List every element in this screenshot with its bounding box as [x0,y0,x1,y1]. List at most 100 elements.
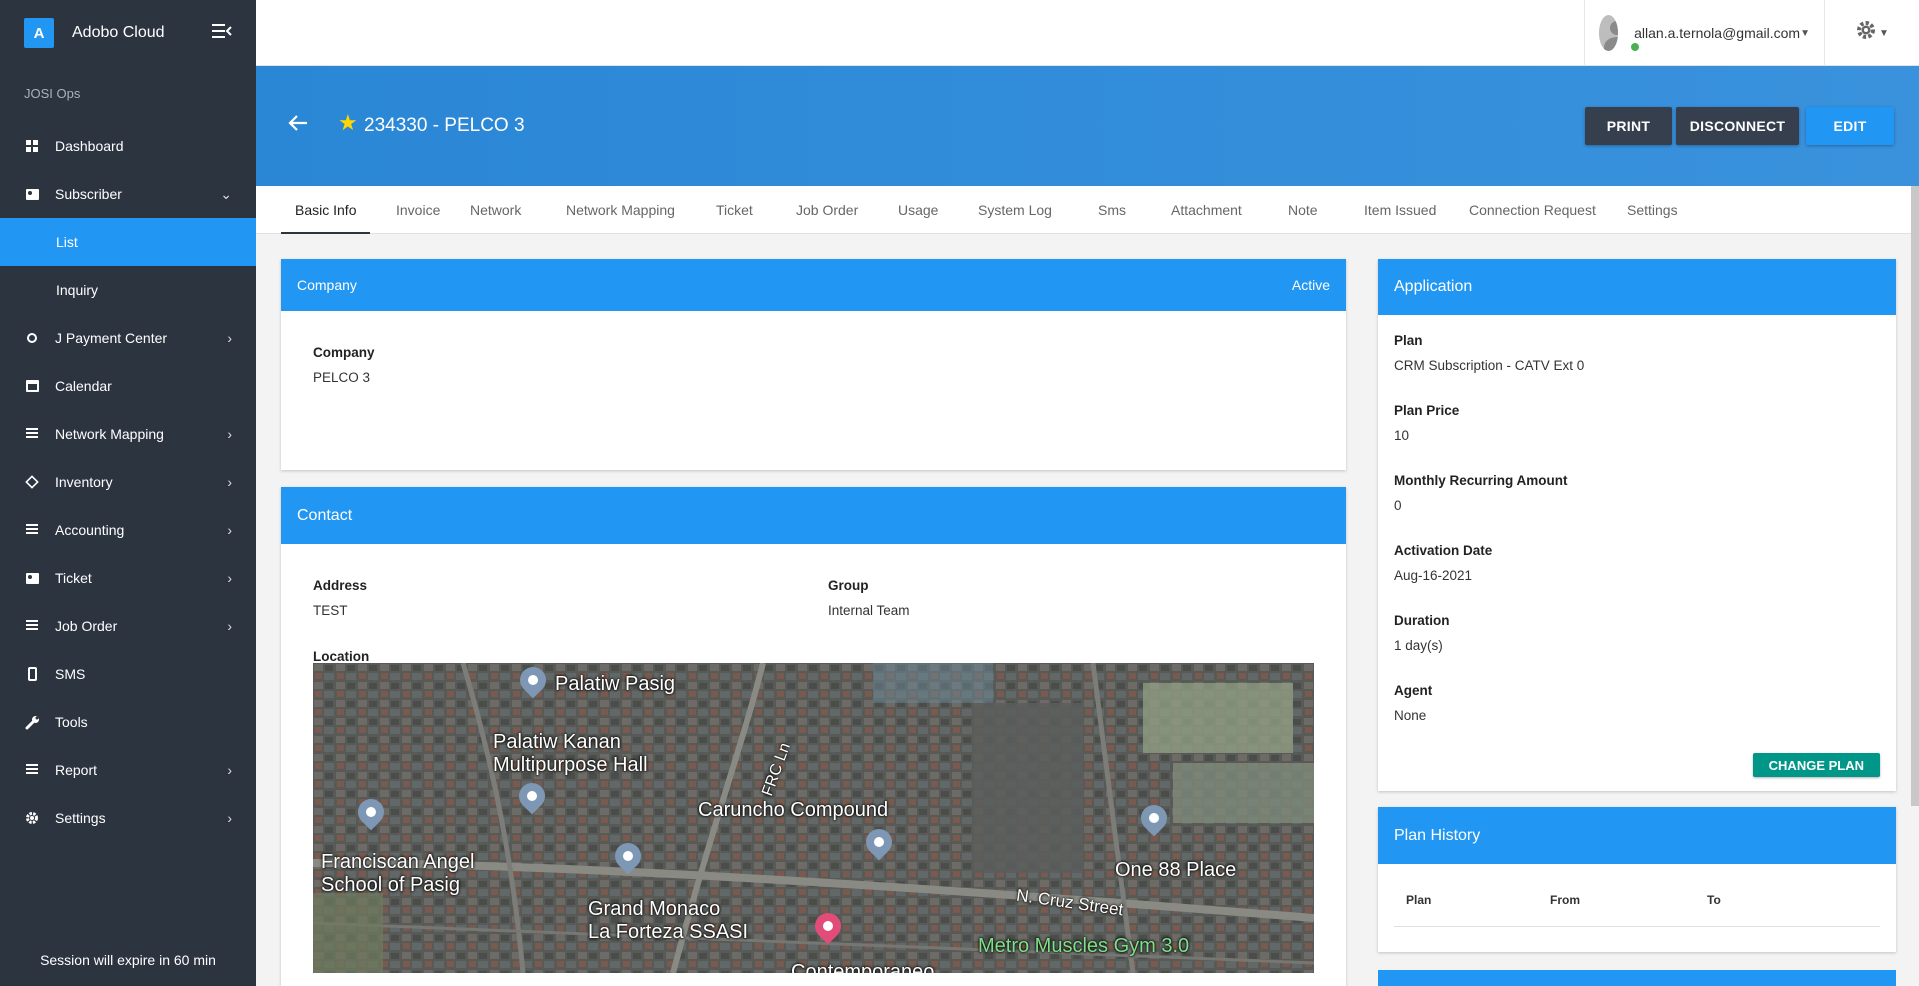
sidebar-item-sms[interactable]: SMS [0,650,256,698]
map-label: Palatiw Kanan Multipurpose Hall [493,731,648,776]
sidebar-item-list[interactable]: List [0,218,256,266]
sidebar-item-label: Report [55,762,98,778]
scrollbar[interactable] [1911,186,1919,806]
sidebar-item-payment-center[interactable]: J Payment Center › [0,314,256,362]
brand-logo: A [24,18,54,48]
sidebar-item-settings[interactable]: Settings › [0,794,256,842]
sidebar-item-label: Network Mapping [55,426,164,442]
plan-price-field: Plan Price 10 [1394,403,1459,443]
tab-job-order[interactable]: Job Order [782,186,872,234]
brand: A Adobo Cloud [0,0,256,66]
star-icon[interactable]: ★ [338,110,358,136]
user-email: allan.a.ternola@gmail.com [1634,25,1801,41]
duration-value: 1 day(s) [1394,638,1443,653]
chevron-right-icon: › [227,810,232,826]
tab-bar: Basic Info Invoice Network Network Mappi… [256,186,1919,234]
page-header: ★ 234330 - PELCO 3 PRINT DISCONNECT EDIT [256,66,1919,186]
chevron-right-icon: › [227,474,232,490]
sidebar-item-label: Dashboard [55,138,124,154]
plan-price-value: 10 [1394,428,1410,443]
tab-basic-info[interactable]: Basic Info [281,186,371,234]
table-header-row: Plan From To [1394,893,1880,927]
tab-invoice[interactable]: Invoice [382,186,454,234]
back-arrow-icon[interactable] [288,112,308,138]
gear-icon [24,810,40,826]
chevron-right-icon: › [227,426,232,442]
company-label: Company [313,345,375,360]
location-map[interactable]: Palatiw Pasig Palatiw Kanan Multipurpose… [313,663,1314,973]
cube-icon [24,474,40,490]
change-plan-button[interactable]: CHANGE PLAN [1752,753,1880,777]
edit-button[interactable]: EDIT [1806,107,1894,145]
collapse-menu-icon[interactable] [212,22,232,45]
duration-field: Duration 1 day(s) [1394,613,1450,653]
activation-date-value: Aug-16-2021 [1394,568,1473,583]
map-label: Metro Muscles Gym 3.0 [978,935,1190,957]
plan-history-card-header: Plan History [1378,807,1896,864]
monthly-recurring-value: 0 [1394,498,1402,513]
sidebar-item-label: List [56,234,78,250]
sidebar-item-accounting[interactable]: Accounting › [0,506,256,554]
tab-usage[interactable]: Usage [884,186,952,234]
company-card: Company Active Company PELCO 3 [281,259,1346,470]
tab-network[interactable]: Network [456,186,535,234]
caret-down-icon: ▼ [1879,27,1889,39]
plan-value: CRM Subscription - CATV Ext 0 [1394,358,1585,373]
tab-attachment[interactable]: Attachment [1157,186,1256,234]
settings-menu[interactable]: ▼ [1824,0,1919,66]
sidebar-item-job-order[interactable]: Job Order › [0,602,256,650]
sidebar-item-subscriber[interactable]: Subscriber ⌄ [0,170,256,218]
page-title: 234330 - PELCO 3 [364,115,525,136]
sidebar-item-label: Inquiry [56,282,99,298]
online-status-icon [1629,41,1641,53]
sidebar-item-inventory[interactable]: Inventory › [0,458,256,506]
sidebar-item-label: SMS [55,666,86,682]
contact-card-header: Contact [281,487,1346,544]
sidebar-item-label: Accounting [55,522,125,538]
tab-sms[interactable]: Sms [1084,186,1140,234]
ticket-icon [24,570,40,586]
sidebar-item-dashboard[interactable]: Dashboard [0,122,256,170]
tab-note[interactable]: Note [1274,186,1332,234]
tab-connection-request[interactable]: Connection Request [1455,186,1610,234]
group-value: Internal Team [828,603,910,618]
group-field: Group Internal Team [828,578,910,618]
map-label: Franciscan Angel School of Pasig [321,851,475,896]
tab-settings[interactable]: Settings [1613,186,1692,234]
caret-down-icon: ▼ [1800,27,1810,39]
map-label: Contemporaneo [791,961,935,973]
sidebar-item-ticket[interactable]: Ticket › [0,554,256,602]
tab-network-mapping[interactable]: Network Mapping [552,186,689,234]
card-title: Contact [297,506,353,524]
sidebar-item-calendar[interactable]: Calendar [0,362,256,410]
print-button[interactable]: PRINT [1585,107,1672,145]
activation-date-field: Activation Date Aug-16-2021 [1394,543,1492,583]
avatar [1599,15,1619,51]
status-badge: Active [1291,277,1330,293]
sidebar-item-tools[interactable]: Tools [0,698,256,746]
user-menu[interactable]: allan.a.ternola@gmail.com ▼ [1584,0,1824,66]
tab-ticket[interactable]: Ticket [702,186,767,234]
next-card-header [1378,970,1896,986]
sidebar-item-inquiry[interactable]: Inquiry [0,266,256,314]
report-icon [24,762,40,778]
plan-price-label: Plan Price [1394,403,1460,418]
sidebar-item-network-mapping[interactable]: Network Mapping › [0,410,256,458]
tab-item-issued[interactable]: Item Issued [1350,186,1450,234]
sidebar-item-label: Subscriber [55,186,122,202]
brand-name: Adobo Cloud [72,24,165,41]
chevron-right-icon: › [227,330,232,346]
sidebar-item-label: Tools [55,714,88,730]
group-label: Group [828,578,869,593]
sidebar-item-report[interactable]: Report › [0,746,256,794]
session-expiry-text: Session will expire in 60 min [40,952,216,968]
tab-system-log[interactable]: System Log [964,186,1066,234]
chevron-down-icon: ⌄ [220,185,232,202]
address-value: TEST [313,603,348,618]
contact-card: Contact Address TEST Group Internal Team… [281,487,1346,986]
address-label: Address [313,578,368,593]
column-header: Plan [1406,893,1432,907]
card-title: Company [297,277,357,293]
card-title: Application [1394,278,1473,295]
disconnect-button[interactable]: DISCONNECT [1676,107,1799,145]
